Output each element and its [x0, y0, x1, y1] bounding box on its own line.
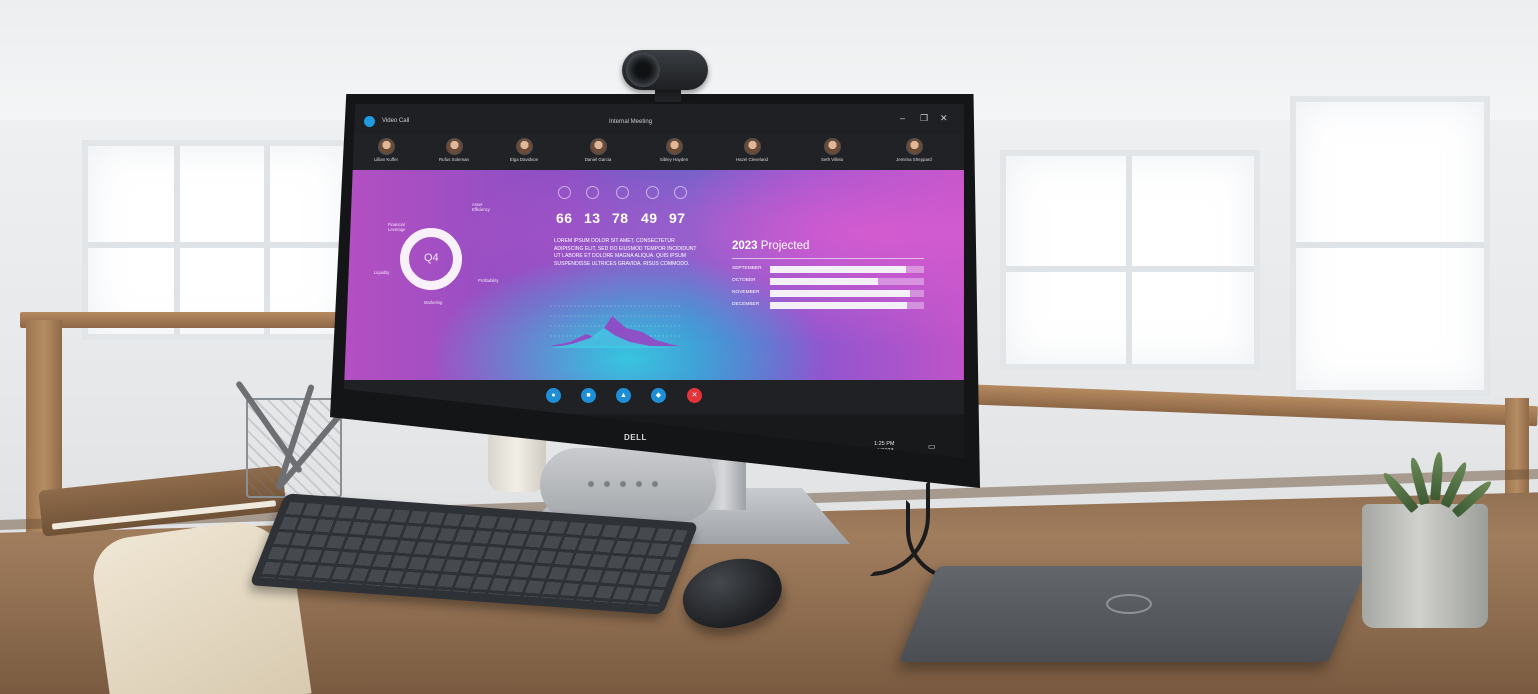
participant-tile[interactable]: Rufus Soleman [424, 138, 484, 162]
kpi-ring [674, 186, 687, 199]
projected-row-label: SEPTEMBER [732, 266, 762, 271]
plant-pot [1362, 504, 1488, 628]
kpi-value: 97 [669, 210, 686, 226]
avatar [515, 138, 533, 155]
area-graphic [550, 305, 680, 348]
participant-name: Sibley Hayden [659, 157, 689, 162]
projected-bar-track [770, 290, 924, 297]
participant-name: Hazel Cleveland [736, 157, 768, 162]
chat-icon: ◆ [655, 392, 662, 399]
laptop [898, 566, 1368, 662]
speaker-button-icon[interactable] [588, 481, 594, 487]
donut-center-label: Q4 [424, 252, 439, 264]
projected-bar [770, 290, 911, 297]
room-scene: Video Call Internal Meeting – ❐ ✕ Lillia… [0, 0, 1538, 694]
participant-tile[interactable]: Elga Davidson [494, 138, 554, 162]
participant-name: Seth Villela [821, 157, 843, 162]
start-icon[interactable] [350, 423, 360, 433]
microphone-button[interactable]: ● [546, 388, 561, 403]
projected-bar-track [770, 302, 924, 309]
monitor-logo: DELL [624, 433, 647, 442]
maximize-button[interactable]: ❐ [920, 113, 928, 124]
soundbar-speaker [540, 448, 716, 522]
app-title-bar: Video Call Internal Meeting – ❐ ✕ [344, 104, 964, 134]
share-icon: ▲ [620, 392, 627, 399]
avatar [445, 138, 463, 155]
app-name: Video Call [382, 118, 410, 124]
minimize-button[interactable]: – [900, 113, 905, 123]
shared-presentation: Financial Leverage Asset Efficiency Liqu… [344, 170, 964, 380]
close-button[interactable]: ✕ [940, 113, 948, 124]
close-icon: ✕ [691, 392, 698, 399]
plant-leaf [1430, 451, 1445, 501]
kpi-ring [586, 186, 599, 199]
donut-label: Asset Efficiency [472, 202, 490, 212]
kpi-value: 49 [641, 210, 658, 226]
participant-tile[interactable]: Lillian Kuffer [356, 138, 416, 162]
participant-tile[interactable]: Jemima Sheppard [884, 138, 944, 162]
speaker-button-icon[interactable] [620, 481, 626, 487]
right-window [1000, 150, 1260, 370]
donut-label: Marketing [424, 300, 443, 305]
laptop-logo [1106, 594, 1152, 614]
projected-row-label: NOVEMBER [732, 290, 760, 295]
kpi-ring [616, 186, 629, 199]
participant-name: Lillian Kuffer [373, 157, 399, 162]
chat-button[interactable]: ◆ [651, 388, 666, 403]
meeting-title: Internal Meeting [609, 119, 653, 125]
kpi-ring [646, 186, 659, 199]
share-button[interactable]: ▲ [616, 388, 631, 403]
clock-time: 1:25 PM [874, 441, 895, 447]
projected-bar [770, 302, 908, 309]
kpi-value: 78 [612, 210, 629, 226]
slide-body-text: LOREM IPSUM DOLOR SIT AMET, CONSECTETUR … [554, 238, 697, 267]
kpi-ring [558, 186, 571, 199]
projected-bar-track [770, 266, 924, 273]
notification-icon[interactable]: ▭ [928, 442, 936, 451]
projected-title: 2023 Projected [732, 240, 810, 252]
camera-icon: ■ [586, 392, 591, 399]
avatar [589, 138, 607, 155]
speaker-button-icon[interactable] [652, 481, 658, 487]
video-call-app-icon [364, 116, 375, 127]
camera-button[interactable]: ■ [581, 388, 596, 403]
projected-bar-track [770, 278, 924, 285]
microphone-icon: ● [551, 392, 556, 399]
donut-label: Liquidity [374, 270, 390, 275]
speaker-button-icon[interactable] [636, 481, 642, 487]
avatar [665, 138, 683, 155]
participant-name: Rufus Soleman [438, 157, 470, 162]
far-right-window [1290, 96, 1490, 396]
railing-left [20, 312, 350, 328]
donut-label: Financial Leverage [388, 222, 406, 232]
speaker-button-icon[interactable] [604, 481, 610, 487]
donut-label: Profitability [478, 278, 499, 283]
projected-row-label: DECEMBER [732, 302, 760, 307]
participant-tile[interactable]: Sibley Hayden [644, 138, 704, 162]
projected-bar [770, 266, 906, 273]
participant-name: Elga Davidson [509, 157, 539, 162]
webcam-lens [626, 53, 660, 87]
participant-name: Jemima Sheppard [896, 157, 932, 162]
avatar [905, 138, 923, 155]
webcam-mount [655, 88, 681, 102]
avatar [377, 138, 395, 155]
participant-strip: Lillian Kuffer Rufus Soleman Elga Davids… [344, 134, 964, 170]
divider [732, 258, 924, 259]
participant-tile[interactable]: Hazel Cleveland [722, 138, 782, 162]
kpi-value: 13 [584, 210, 601, 226]
end-call-button[interactable]: ✕ [687, 388, 702, 403]
participant-name: Daniel Garcia [584, 157, 612, 162]
avatar [743, 138, 761, 155]
participant-tile[interactable]: Daniel Garcia [568, 138, 628, 162]
kpi-value: 66 [556, 210, 573, 226]
participant-tile[interactable]: Seth Villela [802, 138, 862, 162]
left-window [82, 140, 352, 340]
projected-bar [770, 278, 878, 285]
projected-row-label: OCTOBER [732, 278, 756, 283]
avatar [823, 138, 841, 155]
